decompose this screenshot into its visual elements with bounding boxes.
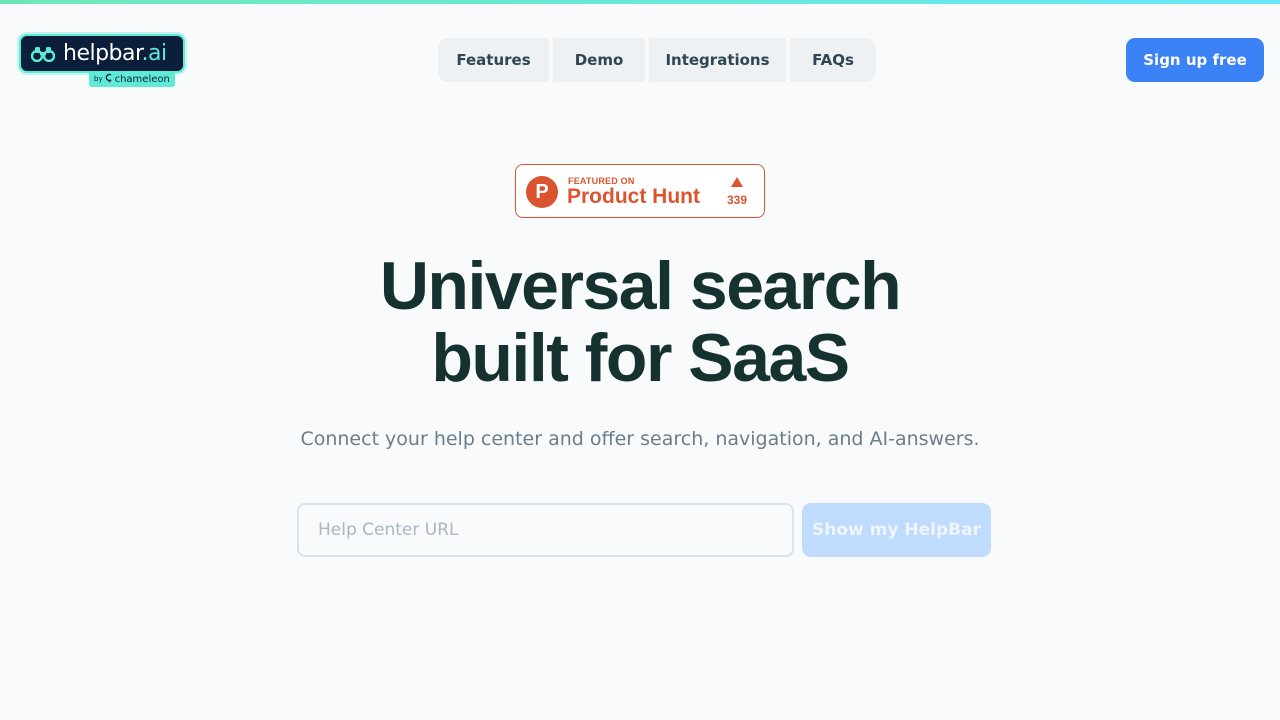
logo-box[interactable]: helpbar.ai	[19, 34, 185, 73]
by-name: chameleon	[114, 73, 170, 85]
binoculars-icon	[31, 46, 55, 62]
logo-text-main: helpbar	[63, 41, 142, 66]
product-hunt-logo-icon: P	[526, 176, 558, 208]
product-hunt-badge[interactable]: P FEATURED ON Product Hunt 339	[515, 164, 765, 218]
by-chameleon-badge: by chameleon	[89, 71, 175, 87]
top-gradient-strip	[0, 0, 1280, 4]
product-hunt-name: Product Hunt	[567, 185, 700, 208]
show-my-helpbar-button[interactable]: Show my HelpBar	[802, 503, 991, 557]
upvote-arrow-icon	[731, 177, 743, 187]
hero-title: Universal search built for SaaS	[0, 250, 1280, 394]
hero-subtitle: Connect your help center and offer searc…	[300, 428, 980, 450]
brand-logo[interactable]: helpbar.ai by chameleon	[19, 34, 185, 90]
hero-title-line-1: Universal search	[379, 248, 902, 324]
nav-item-features[interactable]: Features	[438, 38, 549, 82]
logo-text-suffix: .ai	[141, 41, 168, 66]
help-center-url-input[interactable]	[297, 503, 794, 557]
main-nav: Features Demo Integrations FAQs	[438, 38, 876, 82]
chameleon-icon	[105, 73, 113, 86]
sign-up-button[interactable]: Sign up free	[1126, 38, 1264, 82]
hero-title-line-2: built for SaaS	[431, 320, 850, 396]
nav-item-demo[interactable]: Demo	[553, 38, 645, 82]
logo-text: helpbar.ai	[63, 41, 167, 66]
nav-item-faqs[interactable]: FAQs	[790, 38, 876, 82]
upvote-count: 339	[726, 193, 748, 207]
nav-item-integrations[interactable]: Integrations	[649, 38, 786, 82]
by-prefix: by	[94, 75, 103, 83]
